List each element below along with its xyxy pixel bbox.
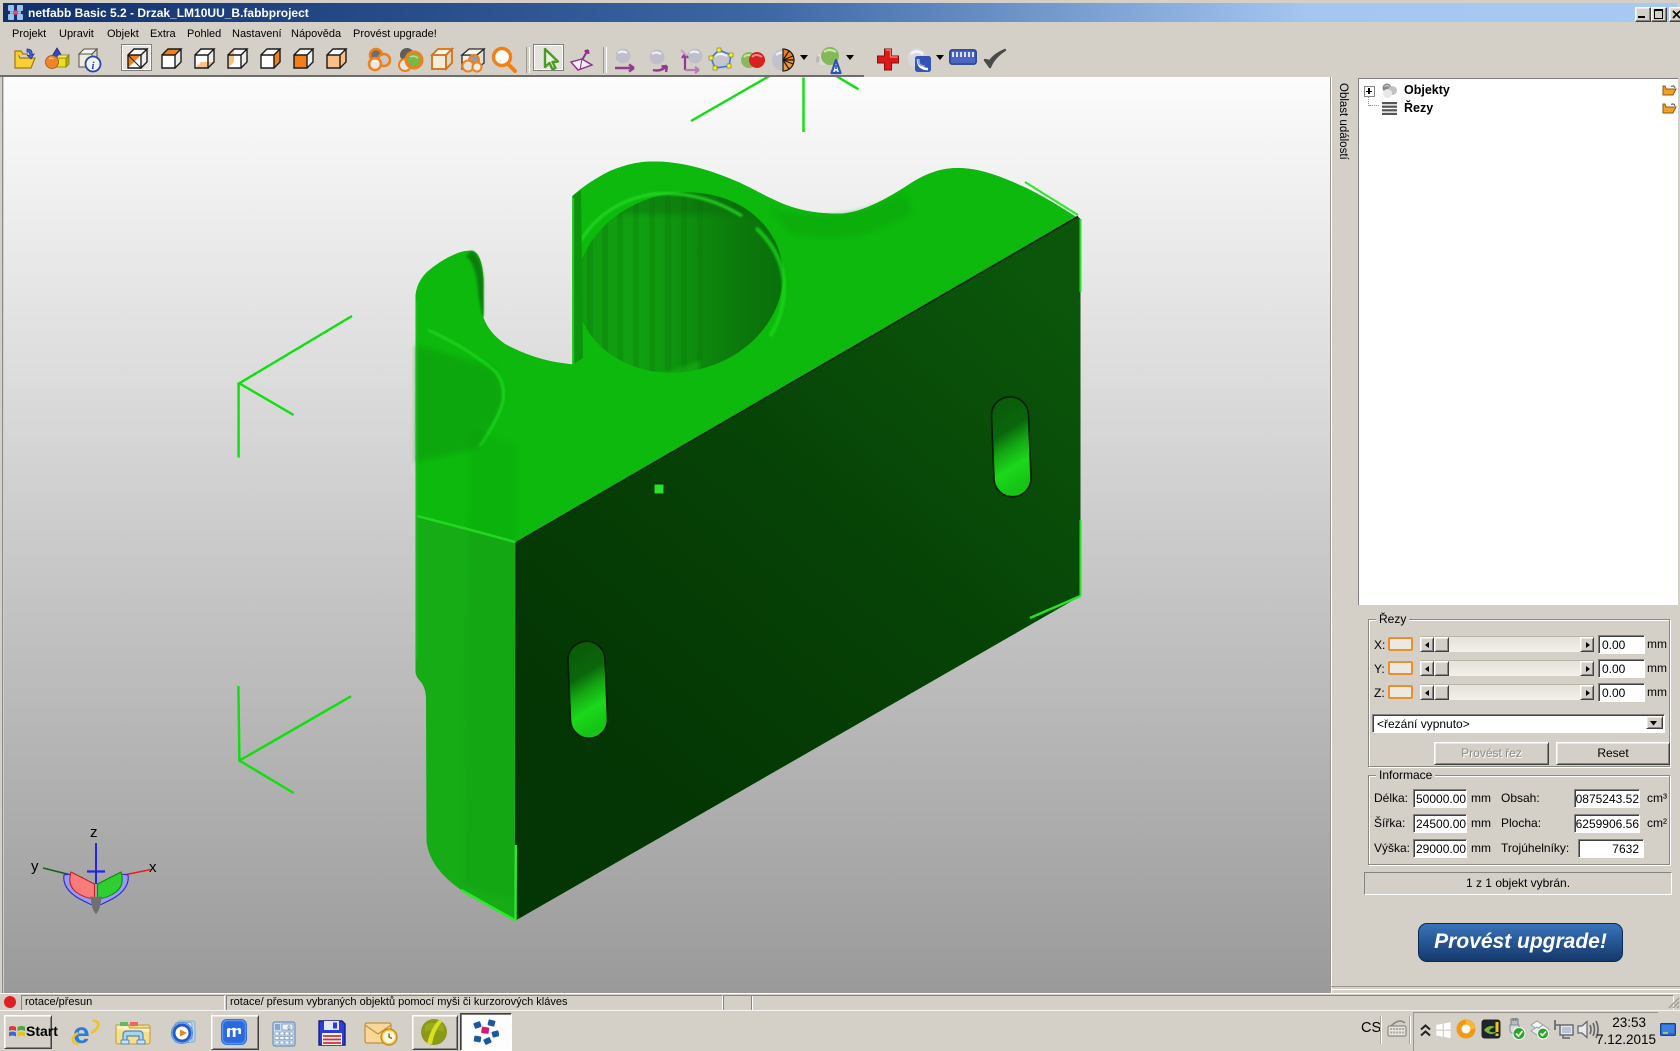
svg-text:y: y — [31, 858, 39, 875]
svg-text:0: 0 — [287, 1025, 290, 1031]
svg-text:z: z — [90, 824, 98, 841]
svg-text:x: x — [149, 859, 157, 876]
